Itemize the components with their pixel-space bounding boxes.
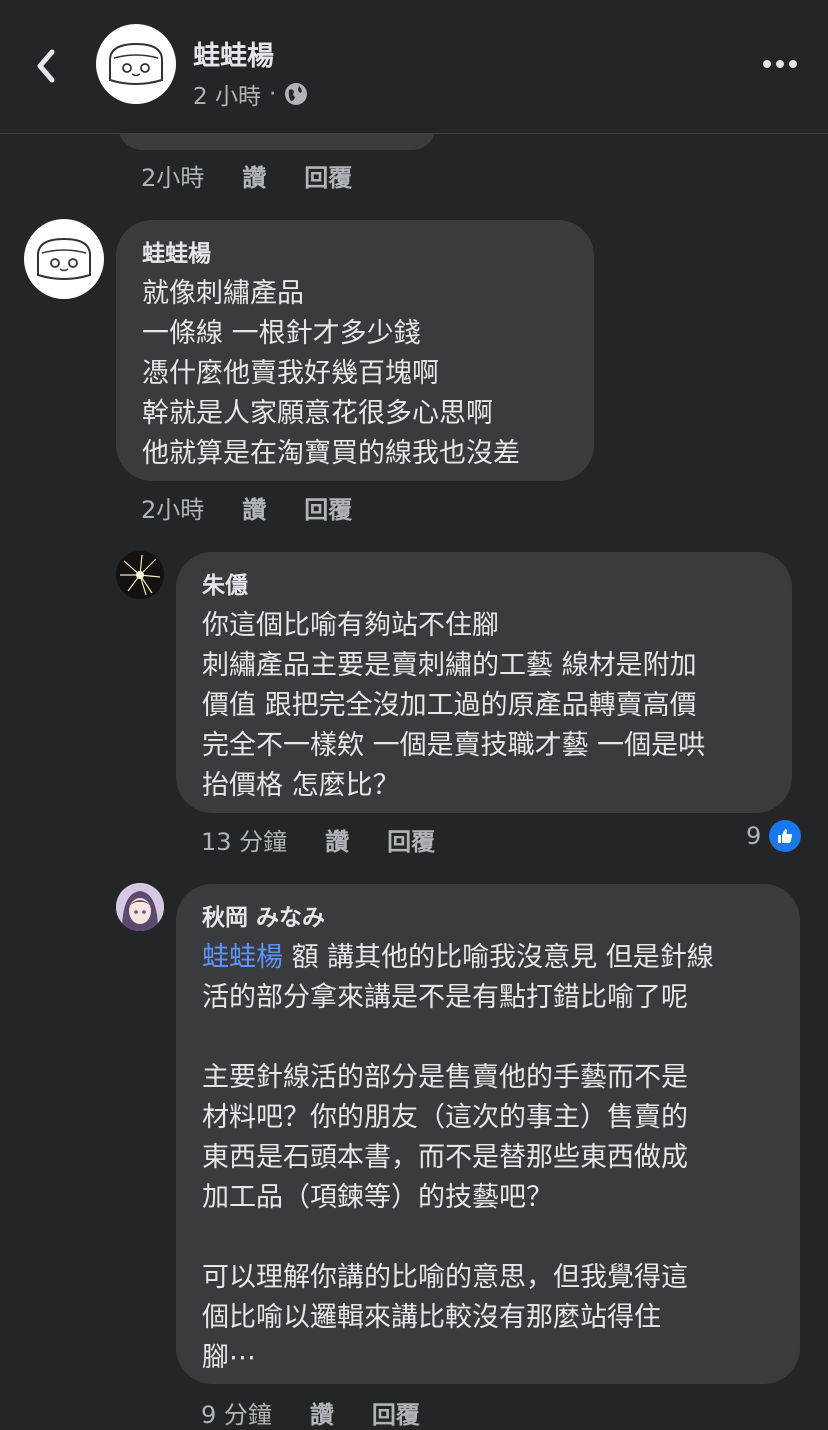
comment-author[interactable]: 秋岡 みなみ bbox=[202, 898, 774, 932]
comment-author[interactable]: 蛙蛙楊 bbox=[142, 234, 568, 268]
comment-line: 活的部分拿來講是不是有點打錯比喻了呢 bbox=[202, 982, 688, 1013]
like-button[interactable]: 讚 bbox=[310, 1395, 334, 1430]
reply-button[interactable]: 回覆 bbox=[387, 822, 435, 857]
comment-bubble: 朱㒚 你這個比喻有夠站不住腳 刺繡產品主要是賣刺繡的工藝 線材是附加 價值 跟把… bbox=[176, 552, 792, 813]
reply-button[interactable]: 回覆 bbox=[372, 1395, 420, 1430]
poster-avatar[interactable] bbox=[96, 24, 176, 104]
more-options-icon[interactable] bbox=[762, 58, 798, 70]
comment-line: 價值 跟把完全沒加工過的原產品轉賣高價 bbox=[202, 690, 697, 721]
post-time: 2 小時 bbox=[193, 84, 261, 110]
comment-line: 材料吧？你的朋友（這次的事主）售賣的 bbox=[202, 1102, 688, 1133]
comment-author[interactable]: 朱㒚 bbox=[202, 566, 766, 600]
sparkler-icon bbox=[116, 551, 164, 599]
like-button[interactable]: 讚 bbox=[242, 158, 266, 193]
comment-bubble: 蛙蛙楊 就像刺繡產品 一條線 一根針才多少錢 憑什麼他賣我好幾百塊啊 幹就是人家… bbox=[116, 220, 594, 481]
comment-line: 主要針線活的部分是售賣他的手藝而不是 bbox=[202, 1062, 688, 1093]
like-button[interactable]: 讚 bbox=[325, 822, 349, 857]
like-button[interactable]: 讚 bbox=[242, 490, 266, 525]
comment-line: 東西是石頭本書，而不是替那些東西做成 bbox=[202, 1142, 688, 1173]
reaction-summary[interactable]: 9 bbox=[746, 820, 802, 852]
globe-icon bbox=[285, 83, 308, 105]
comment-line: 完全不一樣欸 一個是賣技職才藝 一個是哄 bbox=[202, 730, 706, 761]
comment-time: 2小時 bbox=[141, 164, 205, 192]
commenter-avatar[interactable] bbox=[116, 551, 164, 599]
post-meta: 2 小時 · bbox=[193, 77, 308, 111]
back-chevron-icon[interactable] bbox=[30, 44, 64, 88]
comment-line: 刺繡產品主要是賣刺繡的工藝 線材是附加 bbox=[202, 650, 697, 681]
meta-separator: · bbox=[268, 81, 277, 107]
mention-link[interactable]: 蛙蛙楊 bbox=[202, 942, 283, 973]
comment-meta-row: 9 分鐘 讚 回覆 bbox=[201, 1395, 458, 1430]
comment-bubble: 秋岡 みなみ 蛙蛙楊 額 講其他的比喻我沒意見 但是針線 活的部分拿來講是不是有… bbox=[176, 884, 800, 1384]
top-bar: 蛙蛙楊 2 小時 · bbox=[0, 0, 828, 134]
comment-time: 9 分鐘 bbox=[201, 1401, 272, 1429]
poster-name[interactable]: 蛙蛙楊 bbox=[193, 34, 274, 73]
comment-meta-row: 2小時 讚 回覆 bbox=[141, 490, 390, 525]
comment-line: 你這個比喻有夠站不住腳 bbox=[202, 610, 499, 641]
comment-text: 額 講其他的比喻我沒意見 但是針線 bbox=[283, 942, 714, 973]
anime-avatar-icon bbox=[116, 883, 164, 931]
commenter-avatar[interactable] bbox=[24, 219, 104, 299]
comment-line: 蛙蛙楊 額 講其他的比喻我沒意見 但是針線 bbox=[202, 938, 774, 978]
doodle-face-icon bbox=[37, 237, 91, 280]
reply-button[interactable]: 回覆 bbox=[304, 490, 352, 525]
comment-line: 抬價格 怎麼比？ bbox=[202, 770, 400, 801]
comment-line: 一條線 一根針才多少錢 bbox=[142, 318, 421, 349]
like-thumb-icon bbox=[769, 820, 802, 852]
doodle-face-icon bbox=[109, 42, 163, 85]
comment-line: 他就算是在淘寶買的線我也沒差 bbox=[142, 438, 520, 469]
comment-line: 可以理解你講的比喻的意思，但我覺得這 bbox=[202, 1262, 688, 1293]
comment-meta-row: 2小時 讚 回覆 bbox=[141, 158, 390, 193]
commenter-avatar[interactable] bbox=[116, 883, 164, 931]
comment-time: 13 分鐘 bbox=[201, 828, 288, 856]
comment-meta-row: 13 分鐘 讚 回覆 bbox=[201, 822, 473, 857]
comment-line: 加工品（項鍊等）的技藝吧？ bbox=[202, 1182, 553, 1213]
reaction-count: 9 bbox=[746, 822, 762, 850]
comment-line: 腳⋯ bbox=[202, 1342, 256, 1373]
comment-line: 個比喻以邏輯來講比較沒有那麼站得住 bbox=[202, 1302, 661, 1333]
comment-line: 憑什麼他賣我好幾百塊啊 bbox=[142, 358, 439, 389]
comment-time: 2小時 bbox=[141, 496, 205, 524]
comment-line: 就像刺繡產品 bbox=[142, 278, 304, 309]
reply-button[interactable]: 回覆 bbox=[304, 158, 352, 193]
comment-line: 幹就是人家願意花很多心思啊 bbox=[142, 398, 493, 429]
